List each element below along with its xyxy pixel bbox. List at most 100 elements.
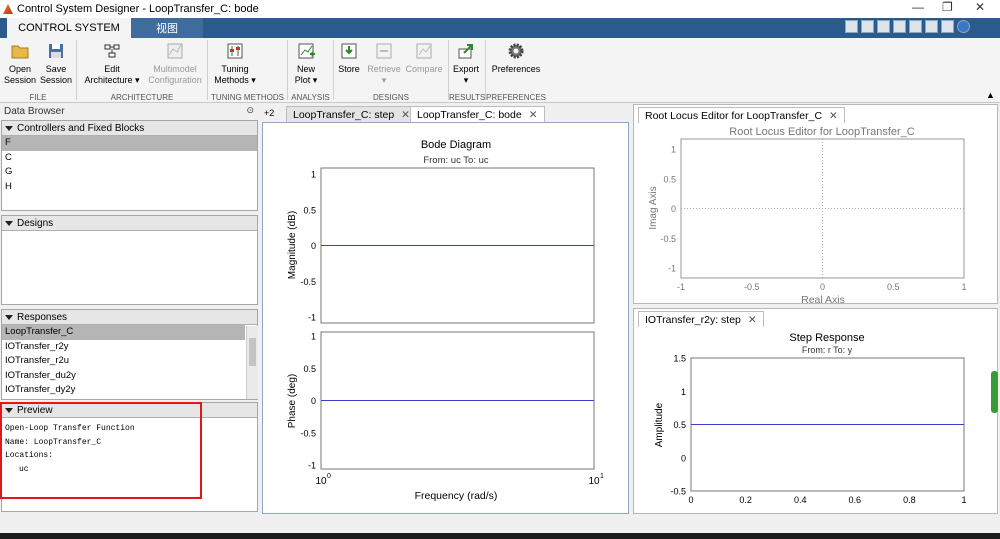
maximize-icon[interactable]: ❐ — [942, 0, 953, 14]
y-tick-label: 0 — [311, 396, 316, 406]
y-tick-label: 0.5 — [663, 174, 676, 184]
retrieve-button[interactable]: Retrieve ▾ — [366, 38, 402, 90]
x-tick-label: 0.6 — [849, 495, 862, 505]
list-item[interactable]: IOTransfer_du2y — [2, 369, 245, 384]
minimize-icon[interactable]: — — [912, 0, 924, 14]
document-tab-strip: +2 LoopTransfer_C: step ✕ LoopTransfer_C:… — [262, 106, 629, 122]
save-session-button[interactable]: Save Session — [39, 38, 73, 90]
separator — [207, 40, 208, 100]
edit-architecture-button[interactable]: Edit Architecture ▾ — [80, 38, 144, 90]
store-button[interactable]: Store — [336, 38, 362, 90]
y-tick-label: -0.5 — [670, 487, 686, 497]
tab-control-system[interactable]: CONTROL SYSTEM — [7, 18, 131, 38]
y-tick-label: -0.5 — [300, 428, 316, 438]
controllers-header[interactable]: Controllers and Fixed Blocks — [2, 121, 257, 136]
qat-copy-icon[interactable] — [877, 20, 890, 33]
data-browser-title: Data Browser — [4, 106, 65, 117]
close-icon[interactable]: ✕ — [975, 0, 985, 14]
qat-paste-icon[interactable] — [893, 20, 906, 33]
designs-header[interactable]: Designs — [2, 216, 257, 231]
section-label-analysis: ANALYSIS — [291, 93, 330, 102]
x-tick-exponent: 1 — [600, 473, 604, 480]
bode-ticks: 1 0.5 0 -0.5 -1 1 0.5 0 -0.5 -1 — [300, 170, 316, 471]
y-tick-label: -1 — [308, 461, 316, 471]
y-tick-label: -0.5 — [660, 234, 676, 244]
tab-view[interactable]: 视图 — [131, 18, 203, 38]
responses-scrollbar[interactable] — [246, 326, 258, 399]
list-item[interactable]: F — [2, 136, 257, 151]
step-subtitle: From: r To: y — [802, 345, 853, 355]
magnitude-ylabel: Magnitude (dB) — [287, 211, 298, 279]
y-tick-label: 0.5 — [303, 364, 316, 374]
list-item[interactable]: IOTransfer_r2y — [2, 340, 245, 355]
collapse-triangle-icon — [5, 125, 13, 131]
open-session-button[interactable]: Open Session — [3, 38, 37, 90]
controllers-panel: Controllers and Fixed Blocks F C G H — [1, 120, 258, 211]
taskbar — [0, 533, 1000, 539]
tab-loop-step[interactable]: LoopTransfer_C: step ✕ — [286, 106, 417, 122]
tab-io-step[interactable]: IOTransfer_r2y: step ✕ — [638, 311, 764, 327]
y-tick-label: 0 — [311, 241, 316, 251]
data-browser-menu-icon[interactable]: ⊙ — [246, 105, 254, 116]
section-label-preferences: PREFERENCES — [486, 93, 547, 102]
preview-line: Open-Loop Transfer Function — [5, 424, 135, 433]
close-tab-icon[interactable]: ✕ — [748, 314, 757, 326]
preview-header[interactable]: Preview — [2, 403, 257, 418]
window-title: Control System Designer - LoopTransfer_C… — [17, 3, 259, 15]
list-item[interactable]: H — [2, 180, 257, 195]
tab-loop-bode[interactable]: LoopTransfer_C: bode ✕ — [410, 106, 545, 122]
x-tick-label: 10 — [588, 476, 600, 487]
designs-panel: Designs — [1, 215, 258, 305]
root-locus-chart: Root Locus Editor for LoopTransfer_C 1 0.… — [648, 126, 967, 305]
section-label-results: RESULTS — [449, 93, 486, 102]
phase-ylabel: Phase (deg) — [287, 374, 298, 428]
multimodel-icon — [167, 43, 183, 59]
qat-redo-icon[interactable] — [925, 20, 938, 33]
x-tick-label: 1 — [961, 282, 966, 292]
collapse-ribbon-icon[interactable]: ▲ — [986, 90, 995, 100]
compare-button[interactable]: Compare — [405, 38, 443, 90]
root-locus-title: Root Locus Editor for LoopTransfer_C — [729, 126, 915, 138]
multimodel-configuration-button[interactable]: Multimodel Configuration — [146, 38, 204, 90]
section-label-architecture: ARCHITECTURE — [110, 93, 174, 102]
close-tab-icon[interactable]: ✕ — [829, 110, 838, 122]
list-item[interactable]: IOTransfer_r2u — [2, 354, 245, 369]
qat-undo-icon[interactable] — [909, 20, 922, 33]
bode-subtitle: From: uc To: uc — [423, 155, 489, 166]
close-tab-icon[interactable]: ✕ — [401, 109, 410, 121]
tab-overflow-button[interactable]: +2 — [264, 108, 274, 118]
separator — [333, 40, 334, 100]
y-tick-label: 1.5 — [673, 354, 686, 364]
y-tick-label: 1 — [671, 145, 676, 155]
list-item[interactable]: C — [2, 151, 257, 166]
separator — [76, 40, 77, 100]
responses-header[interactable]: Responses — [2, 310, 257, 325]
list-item[interactable]: G — [2, 165, 257, 180]
root-locus-xlabel: Real Axis — [801, 294, 845, 305]
preferences-button[interactable]: Preferences — [490, 38, 542, 90]
retrieve-icon — [376, 43, 392, 59]
x-tick-label: 0 — [820, 282, 825, 292]
close-tab-icon[interactable]: ✕ — [529, 109, 538, 121]
save-icon — [49, 44, 63, 58]
qat-help-icon[interactable] — [957, 20, 970, 33]
qat-print-icon[interactable] — [941, 20, 954, 33]
collapse-triangle-icon — [5, 407, 13, 413]
section-label-file: FILE — [29, 93, 47, 102]
gear-icon — [508, 43, 524, 59]
y-tick-label: 0.5 — [673, 420, 686, 430]
root-locus-ylabel: Imag Axis — [648, 186, 659, 229]
step-response-panel: IOTransfer_r2y: step ✕ Step Response From… — [633, 308, 998, 514]
qat-save-icon[interactable] — [845, 20, 858, 33]
qat-cut-icon[interactable] — [861, 20, 874, 33]
scroll-indicator[interactable] — [991, 371, 998, 413]
tuning-methods-button[interactable]: Tuning Methods ▾ — [210, 38, 260, 90]
new-plot-icon — [298, 43, 315, 59]
list-item[interactable]: IOTransfer_dy2y — [2, 383, 245, 398]
export-button[interactable]: Export ▾ — [450, 38, 482, 90]
list-item[interactable]: LoopTransfer_C — [2, 325, 245, 340]
new-plot-button[interactable]: New Plot ▾ — [290, 38, 322, 90]
y-tick-label: -0.5 — [300, 277, 316, 287]
export-icon — [458, 44, 473, 59]
tab-root-locus[interactable]: Root Locus Editor for LoopTransfer_C ✕ — [638, 107, 845, 123]
